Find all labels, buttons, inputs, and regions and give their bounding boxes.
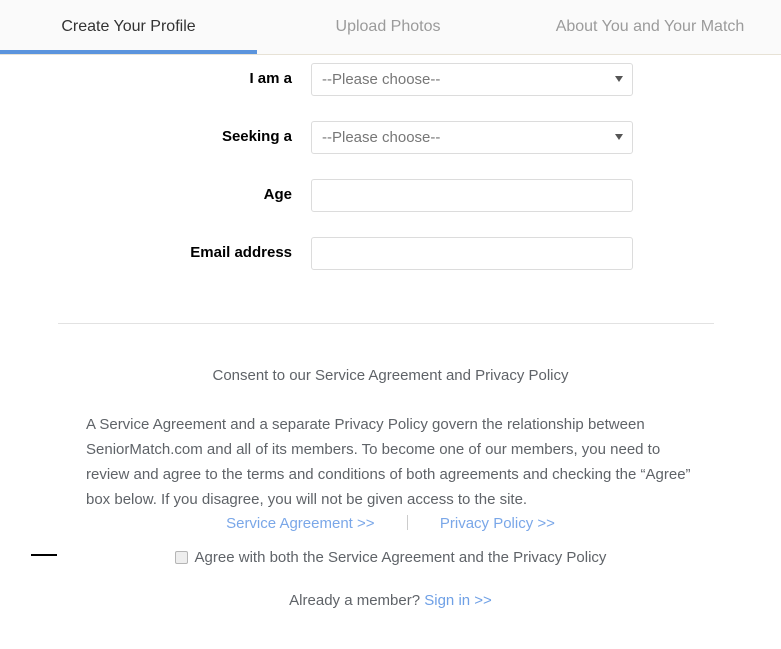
age-field-wrapper[interactable] xyxy=(311,179,633,212)
tab-create-your-profile-label: Create Your Profile xyxy=(61,18,196,35)
select-seeking-a-value: --Please choose-- xyxy=(322,129,441,146)
tab-bar: Create Your Profile Upload Photos About … xyxy=(0,0,781,55)
field-row-age: Age xyxy=(0,171,781,229)
agreement-links-row: Service Agreement >> Privacy Policy >> xyxy=(0,515,781,532)
email-field-wrapper[interactable] xyxy=(311,237,633,270)
agree-checkbox[interactable] xyxy=(174,551,188,564)
service-agreement-link[interactable]: Service Agreement >> xyxy=(226,515,374,532)
label-age: Age xyxy=(263,186,292,203)
link-separator xyxy=(406,515,408,530)
label-email-address: Email address xyxy=(190,244,292,261)
chevron-down-icon xyxy=(615,76,623,82)
select-seeking-a[interactable]: --Please choose-- xyxy=(311,121,633,154)
create-profile-form: I am a --Please choose-- Seeking a --Ple… xyxy=(0,55,781,287)
consent-heading: Consent to our Service Agreement and Pri… xyxy=(212,367,569,384)
label-seeking-a: Seeking a xyxy=(221,128,292,145)
signin-row: Already a member? Sign in >> xyxy=(0,592,781,609)
agree-row: Agree with both the Service Agreement an… xyxy=(0,549,781,566)
field-row-i-am-a: I am a --Please choose-- xyxy=(0,55,781,113)
tab-create-your-profile[interactable]: Create Your Profile xyxy=(0,0,257,54)
signin-link[interactable]: Sign in >> xyxy=(424,592,492,609)
tab-upload-photos[interactable]: Upload Photos xyxy=(257,0,519,54)
already-member-text: Already a member? xyxy=(289,592,421,609)
tab-about-you-and-your-match[interactable]: About You and Your Match xyxy=(519,0,781,54)
select-i-am-a[interactable]: --Please choose-- xyxy=(311,63,633,96)
age-input[interactable] xyxy=(312,180,632,211)
email-input[interactable] xyxy=(312,238,632,269)
active-tab-indicator xyxy=(0,50,257,54)
privacy-policy-link[interactable]: Privacy Policy >> xyxy=(440,515,555,532)
field-row-email-address: Email address xyxy=(0,229,781,287)
field-row-seeking-a: Seeking a --Please choose-- xyxy=(0,113,781,171)
label-i-am-a: I am a xyxy=(249,70,292,87)
agree-checkbox-label: Agree with both the Service Agreement an… xyxy=(194,549,607,566)
section-divider xyxy=(58,323,714,324)
tab-upload-photos-label: Upload Photos xyxy=(335,18,441,35)
chevron-down-icon xyxy=(615,134,623,140)
select-i-am-a-value: --Please choose-- xyxy=(322,71,441,88)
consent-paragraph: A Service Agreement and a separate Priva… xyxy=(86,416,691,508)
tab-about-you-and-your-match-label: About You and Your Match xyxy=(555,18,745,35)
